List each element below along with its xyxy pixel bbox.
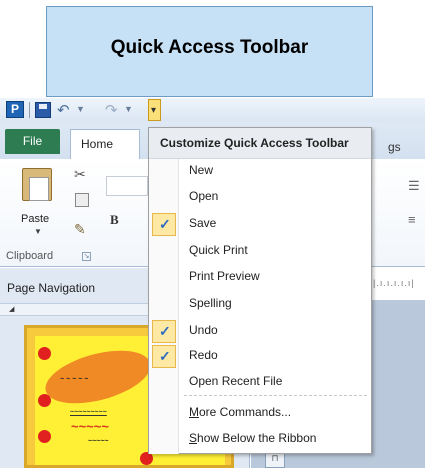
menu-item-label: More Commands... <box>189 405 291 419</box>
bullets-icon[interactable]: ☰ <box>408 178 420 194</box>
ruler: |.ı.ı.ı.ı.ı| <box>373 278 415 288</box>
menu-item-label: Redo <box>189 348 218 362</box>
paste-dropdown-icon[interactable]: ▼ <box>34 227 42 236</box>
menu-item-label: Print Preview <box>189 269 260 283</box>
nav-pane-title: Page Navigation <box>7 281 96 295</box>
checkmark-icon: ✓ <box>159 348 171 364</box>
menu-item-open-recent-file[interactable]: Open Recent File <box>149 370 371 396</box>
chevron-down-icon: ▾ <box>151 105 157 116</box>
callout-title: Quick Access Toolbar <box>110 37 309 58</box>
menu-item-open[interactable]: Open <box>149 185 371 211</box>
customize-qat-menu: Customize Quick Access Toolbar New Open … <box>148 127 372 454</box>
callout-box: Quick Access Toolbar <box>46 6 373 97</box>
cut-icon[interactable]: ✂ <box>74 166 86 183</box>
menu-item-spelling[interactable]: Spelling <box>149 292 371 318</box>
thumbnail-red-dot <box>38 347 51 360</box>
thumbnail-scribble: ~ ~ ~ ~ ~ <box>60 376 89 383</box>
app-window: Quick Access Toolbar P ↶ ▼ ↷ ▼ ▾ File Ho… <box>0 0 425 468</box>
menu-item-label: Open Recent File <box>189 374 283 388</box>
menu-item-label: New <box>189 163 214 177</box>
menu-item-show-below-ribbon[interactable]: Show Below the Ribbon <box>149 427 371 453</box>
menu-separator <box>184 395 367 396</box>
clipboard-group-label: Clipboard <box>6 250 54 262</box>
checked-indicator: ✓ <box>152 213 176 236</box>
menu-item-new[interactable]: New <box>149 159 371 185</box>
toolbar-separator <box>29 102 30 118</box>
tab-home[interactable]: Home <box>70 129 140 159</box>
menu-item-quick-print[interactable]: Quick Print <box>149 239 371 265</box>
publisher-app-icon[interactable]: P <box>6 101 24 118</box>
accelerator-key: S <box>189 431 198 445</box>
thumbnail-scribble: ~~~~~ <box>88 438 109 445</box>
checked-indicator: ✓ <box>152 345 176 368</box>
copy-icon[interactable] <box>75 193 89 207</box>
thumbnail-red-dot <box>38 430 51 443</box>
menu-item-undo[interactable]: ✓ Undo <box>149 319 371 345</box>
undo-dropdown-icon[interactable]: ▼ <box>76 104 85 114</box>
thumbnail-scribble: ~~~~~~~~~ <box>70 409 107 416</box>
align-icon[interactable]: ≡ <box>408 212 416 227</box>
thumbnail-scribble: ~~~~~ <box>71 419 109 434</box>
menu-item-label: Quick Print <box>189 243 248 257</box>
menu-item-label: Undo <box>189 323 218 337</box>
menu-item-save[interactable]: ✓ Save <box>149 212 371 238</box>
customize-toolbar-button[interactable]: ▾ <box>148 99 161 121</box>
label-rest: how Below the Ribbon <box>197 431 317 445</box>
menu-item-label: Spelling <box>189 296 232 310</box>
menu-item-redo[interactable]: ✓ Redo <box>149 344 371 370</box>
checked-indicator: ✓ <box>152 320 176 343</box>
tab-file[interactable]: File <box>5 129 60 154</box>
thumbnail-red-dot <box>38 394 51 407</box>
paste-button-label[interactable]: Paste <box>21 213 49 225</box>
collapse-triangle-icon[interactable]: ◢ <box>9 305 14 313</box>
format-painter-icon[interactable]: ✎ <box>74 221 86 238</box>
menu-item-print-preview[interactable]: Print Preview <box>149 265 371 291</box>
bold-button[interactable]: B <box>110 212 119 228</box>
page-marker-icon: ⊓ <box>265 452 285 468</box>
redo-dropdown-icon[interactable]: ▼ <box>124 104 133 114</box>
accelerator-key: M <box>189 405 199 419</box>
paste-icon[interactable] <box>22 168 52 201</box>
label-rest: ore Commands... <box>199 405 292 419</box>
menu-item-label: Show Below the Ribbon <box>189 431 316 445</box>
font-name-box[interactable] <box>106 176 148 196</box>
tab-partial[interactable]: gs <box>388 140 401 154</box>
menu-item-more-commands[interactable]: More Commands... <box>149 401 371 427</box>
dialog-launcher-icon[interactable]: ↘ <box>82 252 91 261</box>
menu-item-label: Save <box>189 216 217 230</box>
save-icon[interactable] <box>35 102 51 118</box>
undo-icon[interactable]: ↶ <box>57 101 70 119</box>
redo-icon[interactable]: ↷ <box>105 101 118 119</box>
checkmark-icon: ✓ <box>159 323 171 339</box>
checkmark-icon: ✓ <box>159 216 171 232</box>
menu-header: Customize Quick Access Toolbar <box>149 128 371 159</box>
menu-item-label: Open <box>189 189 219 203</box>
